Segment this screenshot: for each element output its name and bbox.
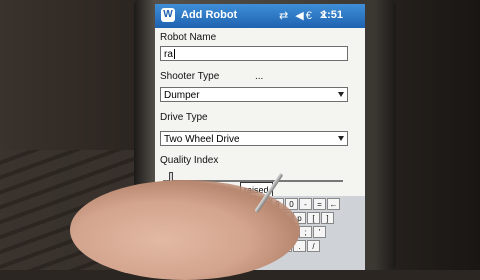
key[interactable]: = [313, 198, 326, 210]
quality-index-label: Quality Index [160, 155, 219, 166]
key[interactable]: ' [313, 226, 326, 238]
key[interactable]: ← [327, 198, 340, 210]
key[interactable]: [ [307, 212, 320, 224]
shooter-type-label: Shooter Type [160, 71, 220, 82]
drive-type-label: Drive Type [160, 112, 208, 123]
windows-start-icon[interactable]: W [161, 8, 175, 22]
clock[interactable]: 1:51 [321, 9, 343, 21]
shooter-type-hint: ... [255, 71, 264, 82]
app-title: Add Robot [181, 9, 238, 21]
key[interactable]: - [299, 198, 312, 210]
drive-type-value: Two Wheel Drive [164, 134, 240, 145]
robot-name-value: ra [164, 49, 173, 60]
shooter-type-value: Dumper [164, 90, 200, 101]
chevron-down-icon [338, 136, 344, 141]
key[interactable]: ; [299, 226, 312, 238]
robot-name-label: Robot Name [160, 32, 217, 43]
robot-name-input[interactable]: ra [160, 46, 348, 61]
text-cursor [173, 49, 175, 60]
drive-type-dropdown[interactable]: Two Wheel Drive [160, 131, 348, 146]
shooter-type-dropdown[interactable]: Dumper [160, 87, 348, 102]
key[interactable]: ] [321, 212, 334, 224]
title-bar: W Add Robot ⇄ ◀€ ✕ 1:51 [155, 4, 365, 28]
key[interactable]: / [307, 240, 320, 252]
chevron-down-icon [338, 92, 344, 97]
